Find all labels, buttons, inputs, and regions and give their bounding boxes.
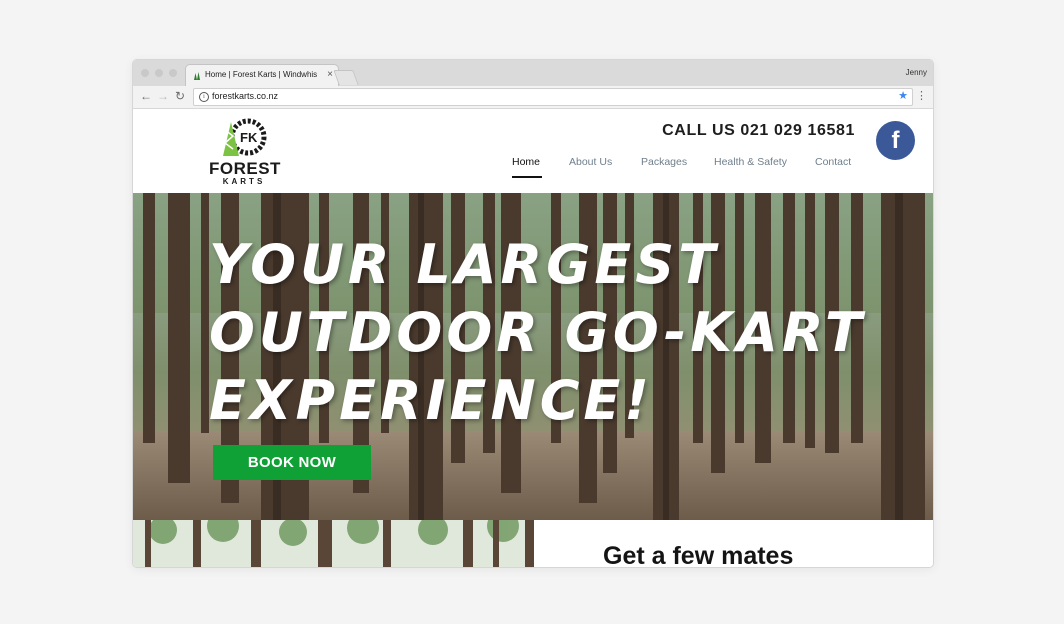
bookmark-star-icon[interactable]: ★: [898, 89, 908, 103]
maximize-window-button[interactable]: [169, 69, 177, 77]
forward-arrow-icon[interactable]: →: [157, 89, 169, 103]
logo-monogram: FK: [240, 130, 258, 145]
browser-window: Home | Forest Karts | Windwhistle × Jenn…: [132, 59, 934, 568]
nav-health-safety[interactable]: Health & Safety: [714, 156, 787, 168]
back-arrow-icon[interactable]: ←: [140, 89, 152, 103]
headline-line-2: OUTDOOR GO-KART: [209, 301, 866, 364]
book-now-button[interactable]: BOOK NOW: [213, 445, 371, 480]
hero-banner: YOUR LARGEST OUTDOOR GO-KART EXPERIENCE!…: [133, 193, 933, 520]
forest-photo: [133, 520, 534, 567]
browser-toolbar: ← → ↻ i forestkarts.co.nz ★ ⋮: [133, 86, 933, 109]
call-us-phone[interactable]: CALL US 021 029 16581: [662, 122, 855, 140]
minimize-window-button[interactable]: [155, 69, 163, 77]
site-info-icon[interactable]: i: [199, 92, 209, 102]
new-tab-button[interactable]: [333, 70, 359, 85]
tree-favicon-icon: [194, 72, 200, 80]
headline-line-3: EXPERIENCE!: [209, 369, 653, 432]
browser-tab[interactable]: Home | Forest Karts | Windwhistle ×: [185, 64, 339, 87]
url-text[interactable]: forestkarts.co.nz: [212, 91, 278, 101]
profile-name[interactable]: Jenny: [906, 68, 927, 77]
reload-icon[interactable]: ↻: [175, 89, 185, 103]
nav-packages[interactable]: Packages: [641, 156, 687, 168]
main-nav: Home About Us Packages Health & Safety C…: [133, 156, 933, 178]
headline-line-1: YOUR LARGEST: [209, 233, 720, 296]
address-bar[interactable]: i forestkarts.co.nz ★: [193, 88, 913, 106]
logo-text-karts: KARTS: [222, 177, 266, 186]
logo-emblem-icon: FK: [223, 118, 267, 156]
section-heading: Get a few mates: [603, 542, 794, 567]
close-window-button[interactable]: [141, 69, 149, 77]
facebook-icon[interactable]: f: [876, 121, 915, 160]
forest-thumbnail-image: [133, 520, 534, 567]
lower-section: Get a few mates: [133, 520, 933, 567]
nav-home[interactable]: Home: [512, 156, 540, 168]
browser-menu-icon[interactable]: ⋮: [916, 89, 927, 103]
site-header: FK FOREST KARTS CALL US 021 029 16581 f …: [133, 109, 933, 193]
close-tab-icon[interactable]: ×: [327, 68, 333, 82]
tab-title: Home | Forest Karts | Windwhistle: [205, 70, 317, 79]
hero-headline: YOUR LARGEST OUTDOOR GO-KART EXPERIENCE!: [209, 231, 889, 435]
nav-contact[interactable]: Contact: [815, 156, 851, 168]
nav-about-us[interactable]: About Us: [569, 156, 612, 168]
active-nav-underline: [512, 176, 542, 178]
tab-strip: Home | Forest Karts | Windwhistle × Jenn…: [133, 60, 933, 87]
